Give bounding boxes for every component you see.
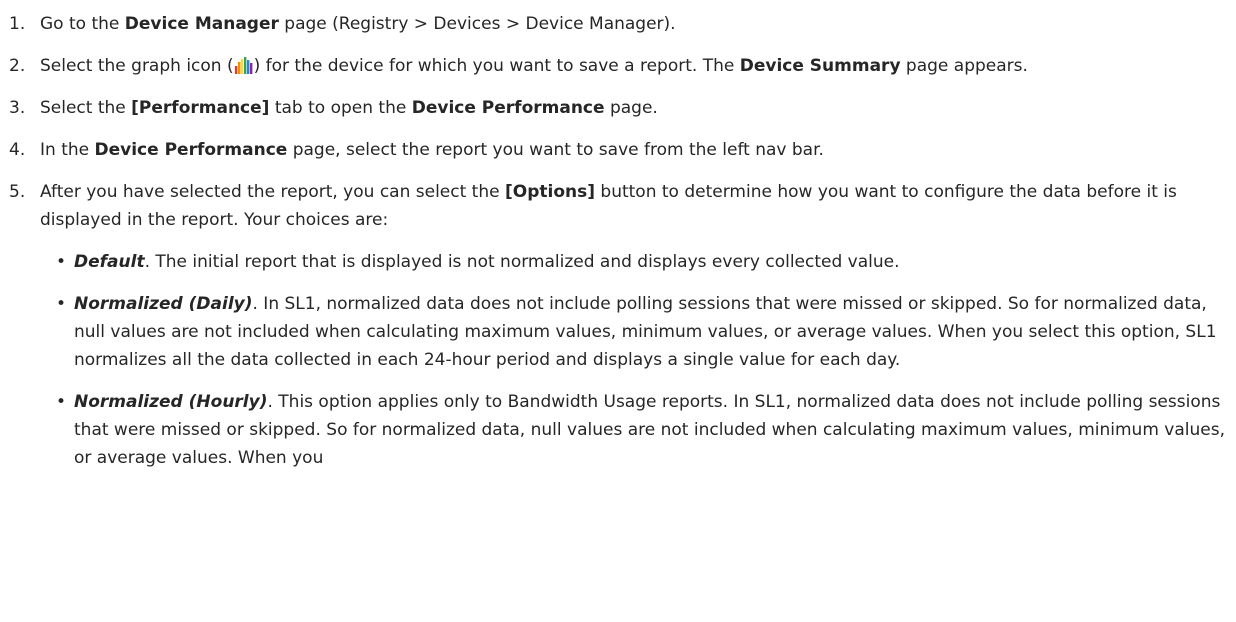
choice-term: Normalized (Daily) (74, 294, 253, 314)
ui-term-performance-tab: [Performance] (131, 98, 270, 118)
ui-term-device-performance: Device Performance (411, 98, 605, 118)
choice-term: Normalized (Hourly) (74, 392, 268, 412)
step-text: page, select the report you want to save… (287, 140, 824, 160)
graph-icon (234, 57, 253, 74)
step-number: 5. (9, 182, 26, 202)
document-page: 1. Go to the Device Manager page (Regist… (0, 0, 1236, 622)
step-1: 1. Go to the Device Manager page (Regist… (0, 10, 1230, 38)
step-number: 3. (9, 98, 26, 118)
step-text: In the (40, 140, 95, 160)
choice-normalized-daily: • Normalized (Daily). In SL1, normalized… (40, 290, 1230, 374)
step-text: page appears. (900, 56, 1028, 76)
options-choices: • Default. The initial report that is di… (40, 248, 1230, 472)
ui-term-device-summary: Device Summary (739, 56, 901, 76)
step-number: 1. (9, 14, 26, 34)
step-text: tab to open the (269, 98, 412, 118)
choice-text: . The initial report that is displayed i… (144, 252, 900, 272)
bullet: • (56, 252, 67, 272)
step-number: 4. (9, 140, 26, 160)
step-2: 2. Select the graph icon ( ) for the dev… (0, 52, 1230, 80)
step-5: 5. After you have selected the report, y… (0, 178, 1230, 472)
bullet: • (56, 392, 67, 412)
choice-term: Default (74, 252, 145, 272)
ui-term-device-performance: Device Performance (94, 140, 288, 160)
step-4: 4. In the Device Performance page, selec… (0, 136, 1230, 164)
step-text: page. (604, 98, 658, 118)
step-text: Select the graph icon ( (40, 56, 234, 76)
step-text: After you have selected the report, you … (40, 182, 505, 202)
bullet: • (56, 294, 67, 314)
ui-term-device-manager: Device Manager (124, 14, 279, 34)
step-text: page (Registry > Devices > Device Manage… (278, 14, 676, 34)
step-number: 2. (9, 56, 26, 76)
step-text: Go to the (40, 14, 125, 34)
ui-term-options-button: [Options] (504, 182, 595, 202)
choice-normalized-hourly: • Normalized (Hourly). This option appli… (40, 388, 1230, 472)
step-text: ) for the device for which you want to s… (253, 56, 740, 76)
step-text: Select the (40, 98, 132, 118)
procedure-steps: 1. Go to the Device Manager page (Regist… (0, 10, 1230, 472)
step-3: 3. Select the [Performance] tab to open … (0, 94, 1230, 122)
choice-default: • Default. The initial report that is di… (40, 248, 1230, 276)
